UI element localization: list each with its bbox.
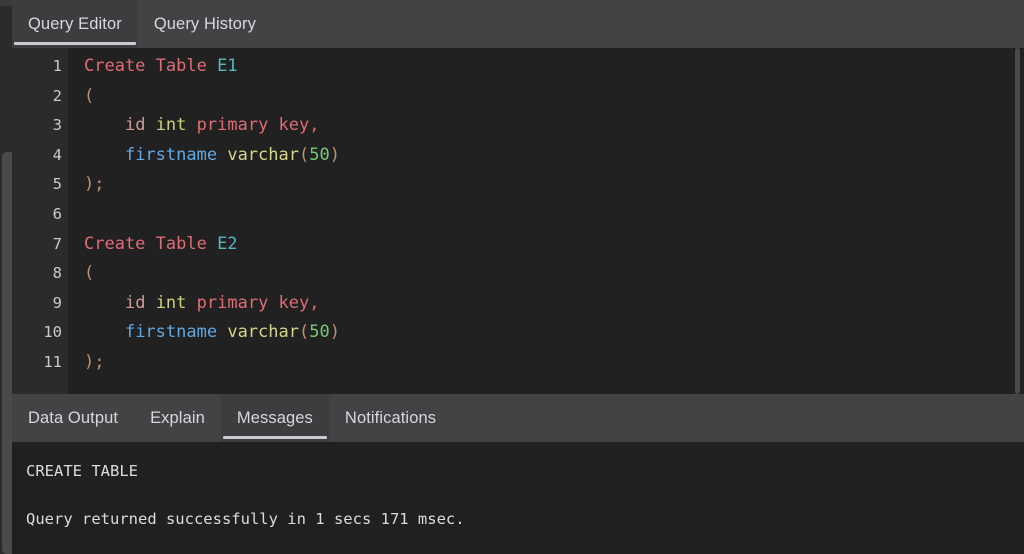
code-line[interactable]: id int primary key, [84, 289, 1024, 319]
tab-explain-label: Explain [150, 408, 205, 427]
line-number: 3 [52, 116, 62, 135]
tab-notifications-label: Notifications [344, 408, 437, 427]
tab-data-output-label: Data Output [28, 408, 119, 427]
tab-data-output[interactable]: Data Output [12, 394, 134, 442]
line-number: 1 [52, 57, 62, 75]
code-token: 50 [309, 144, 330, 165]
code-line[interactable] [84, 200, 1024, 230]
code-token: Create Table [84, 233, 218, 254]
code-token: firstname [124, 322, 218, 343]
code-line[interactable]: ); [84, 348, 1024, 378]
code-line[interactable]: ( [84, 82, 1024, 112]
code-token: int [155, 292, 187, 313]
code-line[interactable]: firstname varchar(50) [84, 318, 1024, 348]
tab-notifications[interactable]: Notifications [329, 394, 452, 442]
tab-query-editor[interactable]: Query Editor [12, 0, 138, 48]
left-panel-strip [0, 0, 12, 554]
line-number: 5 [52, 175, 62, 194]
code-token: id [124, 115, 146, 136]
code-token: ) [329, 144, 340, 165]
code-token: ); [84, 174, 105, 195]
code-token: ( [84, 263, 95, 284]
line-number: 4 [52, 145, 62, 164]
editor-line-number-gutter: 1 2 3 4 5 6 7 8 9 10 11 [12, 48, 68, 394]
editor-tab-bar: Query Editor Query History [12, 0, 1024, 48]
line-number: 10 [43, 323, 62, 342]
code-token: varchar [227, 322, 299, 343]
result-tab-bar: Data Output Explain Messages Notificatio… [12, 394, 1024, 442]
code-line[interactable]: Create Table E1 [84, 52, 1024, 82]
code-token: id [124, 292, 146, 313]
main-column: Query Editor Query History 1 2 3 4 5 6 7 8 9 10 11… [12, 0, 1024, 554]
code-token: E1 [217, 56, 238, 76]
code-token: ); [84, 351, 105, 372]
messages-output-panel[interactable]: CREATE TABLE Query returned successfully… [12, 442, 1024, 554]
code-line[interactable]: firstname varchar(50) [84, 141, 1024, 171]
code-token: ( [84, 85, 95, 106]
query-tool-window: Query Editor Query History 1 2 3 4 5 6 7 8 9 10 11… [0, 0, 1024, 554]
tab-messages[interactable]: Messages [220, 394, 329, 442]
code-token: primary key, [196, 115, 320, 136]
code-line[interactable]: ); [84, 170, 1024, 200]
tab-messages-label: Messages [236, 408, 313, 427]
line-number: 9 [52, 293, 62, 312]
tab-query-editor-label: Query Editor [28, 14, 122, 33]
code-token: int [155, 115, 187, 136]
tab-explain[interactable]: Explain [134, 394, 221, 442]
code-line[interactable]: ( [84, 259, 1024, 289]
line-number: 11 [43, 352, 62, 371]
editor-code-area[interactable]: Create Table E1 ( id int primary key, fir… [68, 48, 1024, 394]
code-token: E2 [217, 233, 238, 254]
left-panel-strip-top-marker [0, 0, 12, 6]
code-token: Create Table [84, 56, 218, 76]
code-token: primary key, [196, 292, 320, 313]
code-token: ) [329, 322, 340, 343]
editor-vertical-scrollbar[interactable] [1015, 48, 1020, 394]
line-number: 8 [52, 264, 62, 283]
sql-editor[interactable]: 1 2 3 4 5 6 7 8 9 10 11 Create Table E1 ( id int pr… [12, 48, 1024, 394]
code-line[interactable]: Create Table E2 [84, 230, 1024, 260]
code-line[interactable]: id int primary key, [84, 111, 1024, 141]
message-status-text: Query returned successfully in 1 secs 17… [26, 510, 465, 528]
message-command-tag: CREATE TABLE [26, 462, 138, 480]
code-token: firstname [124, 144, 218, 165]
line-number: 2 [52, 86, 62, 105]
line-number: 6 [52, 204, 62, 223]
left-panel-resize-handle[interactable] [2, 152, 12, 554]
code-token: varchar [227, 144, 299, 165]
code-token: ( [298, 322, 310, 343]
tab-query-history[interactable]: Query History [138, 0, 272, 48]
code-token: 50 [309, 322, 330, 343]
tab-query-history-label: Query History [153, 14, 256, 33]
code-token: ( [298, 144, 310, 165]
line-number: 7 [52, 234, 62, 253]
